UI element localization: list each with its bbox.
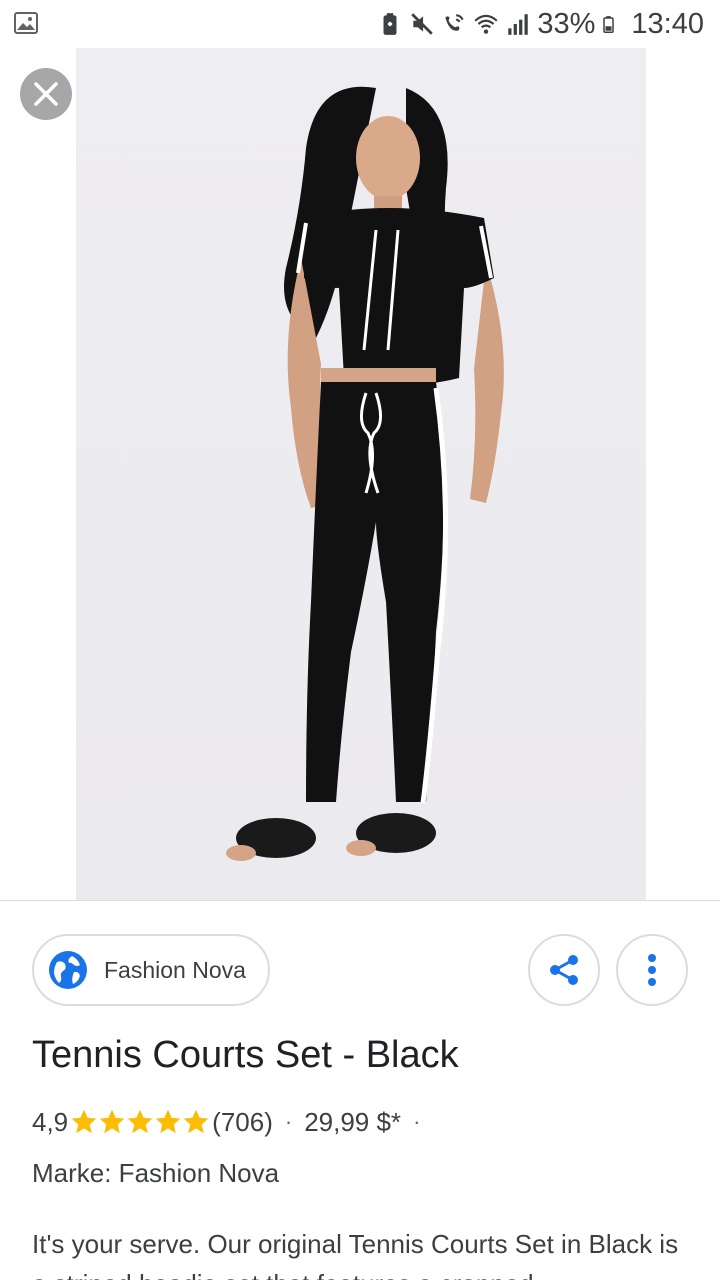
status-bar: 33% 13:40 [0, 0, 720, 48]
share-icon [550, 955, 578, 985]
rating-row: 4,9 (706) · 29,99 $* · [32, 1104, 432, 1140]
battery-icon [603, 16, 615, 33]
more-vert-icon [648, 954, 656, 986]
brand-label: Marke: Fashion Nova [32, 1158, 280, 1188]
clock: 13:40 [631, 7, 704, 40]
product-title: Tennis Courts Set - Black [32, 1034, 459, 1076]
divider [0, 900, 720, 901]
battery-percent: 33% [537, 7, 596, 40]
signal-icon [508, 14, 529, 35]
model-illustration [226, 86, 504, 861]
star-rating [70, 1108, 210, 1136]
status-icons: 33% 13:40 [377, 6, 704, 42]
close-icon [34, 82, 58, 106]
product-description: It's your serve. Our original Tennis Cou… [32, 1229, 679, 1280]
image-viewer [0, 48, 720, 900]
wifi-icon [474, 14, 498, 34]
star-icon [183, 1109, 209, 1134]
star-icon [155, 1109, 181, 1134]
wifi-call-icon [445, 14, 465, 31]
star-icon [99, 1109, 125, 1134]
source-name: Fashion Nova [104, 956, 246, 983]
globe-icon [49, 951, 87, 989]
gallery-icon [14, 12, 38, 34]
review-count: (706) [212, 1106, 273, 1137]
battery-saver-icon [383, 13, 397, 35]
source-chip[interactable]: Fashion Nova [32, 934, 270, 1006]
mute-icon [411, 13, 434, 35]
rating-value: 4,9 [32, 1106, 69, 1137]
share-button[interactable] [528, 934, 600, 1006]
separator-dot: · [284, 1109, 293, 1134]
star-icon [71, 1109, 97, 1134]
product-image[interactable] [76, 48, 646, 900]
star-icon [127, 1109, 153, 1134]
close-button[interactable] [20, 68, 72, 120]
price: 29,99 $* [304, 1106, 402, 1137]
separator-dot: · [413, 1109, 421, 1134]
more-options-button[interactable] [616, 934, 688, 1006]
